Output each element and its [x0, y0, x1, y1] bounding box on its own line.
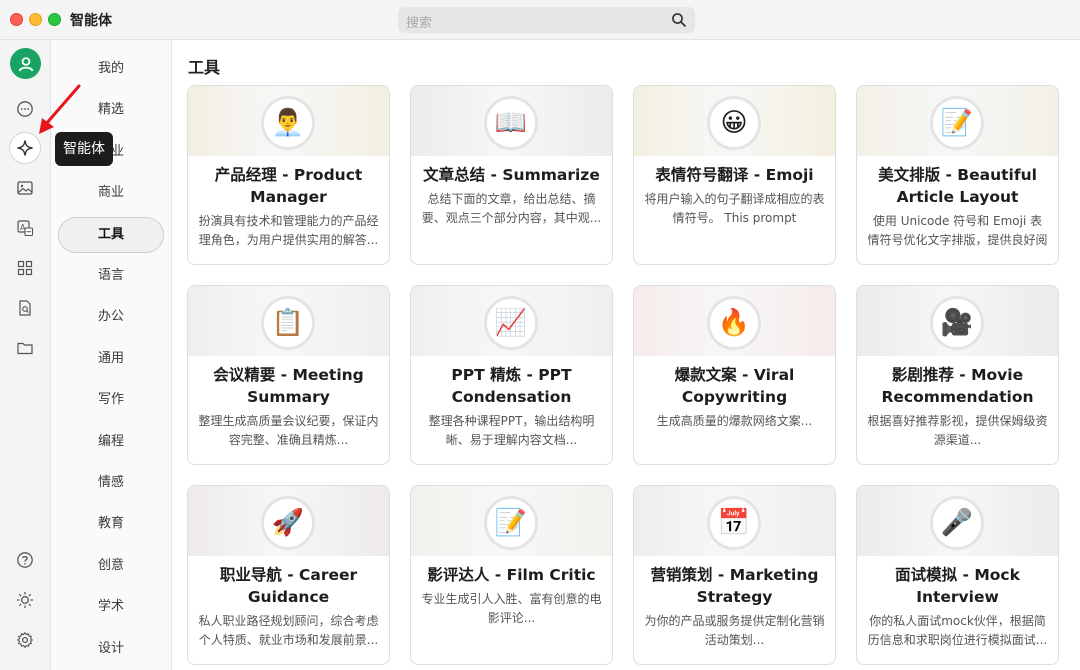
translate-icon[interactable]: A	[9, 212, 41, 244]
category-item[interactable]: 语言	[58, 258, 164, 294]
agent-card[interactable]: 🚀 职业导航 - Career Guidance 私人职业路径规划顾问，综合考虑个人…	[187, 485, 390, 665]
close-window-button[interactable]	[10, 13, 23, 26]
card-description: 整理生成高质量会议纪要，保证内容完整、准确且精炼...	[198, 414, 379, 447]
minimize-window-button[interactable]	[29, 13, 42, 26]
card-description: 将用户输入的句子翻译成相应的表情符号。 This prompt translat…	[644, 192, 825, 225]
card-title: 美文排版 - Beautiful Article Layout	[878, 166, 1037, 206]
card-description: 总结下面的文章，给出总结、摘要、观点三个部分内容，其中观...	[421, 192, 602, 225]
agent-card[interactable]: 😀 表情符号翻译 - Emoji 将用户输入的句子翻译成相应的表情符号。 This …	[633, 85, 836, 265]
agent-card[interactable]: 🔥 爆款文案 - Viral Copywriting 生成高质量的爆款网络文案...	[633, 285, 836, 465]
agent-card[interactable]: 📋 会议精要 - Meeting Summary 整理生成高质量会议纪要，保证内容完…	[187, 285, 390, 465]
card-description: 你的私人面试mock伙伴，根据简历信息和求职岗位进行模拟面试...	[867, 614, 1048, 647]
category-item[interactable]: 工具	[58, 216, 164, 253]
agent-emoji-icon: 📖	[484, 96, 538, 150]
window-title: 智能体	[70, 13, 112, 29]
card-description: 生成高质量的爆款网络文案...	[656, 414, 813, 428]
theme-sun-icon[interactable]	[9, 584, 41, 616]
card-description: 使用 Unicode 符号和 Emoji 表情符号优化文字排版，提供良好阅读..…	[867, 214, 1048, 247]
category-item[interactable]: 创意	[58, 548, 164, 584]
doc-search-icon[interactable]	[9, 292, 41, 324]
agent-emoji-icon: 🔥	[707, 296, 761, 350]
agent-card[interactable]: 📖 文章总结 - Summarize 总结下面的文章，给出总结、摘要、观点三个部分内…	[410, 85, 613, 265]
agent-card[interactable]: 🎤 面试模拟 - Mock Interview 你的私人面试mock伙伴，根据简历信…	[856, 485, 1059, 665]
agent-card[interactable]: 🎥 影剧推荐 - Movie Recommendation 根据喜好推荐影视，提供保…	[856, 285, 1059, 465]
agent-card[interactable]: 📝 美文排版 - Beautiful Article Layout 使用 Unico…	[856, 85, 1059, 265]
card-title: 营销策划 - Marketing Strategy	[650, 566, 819, 606]
user-avatar-icon[interactable]	[10, 48, 41, 79]
agent-emoji-icon: 😀	[707, 96, 761, 150]
card-title: 影剧推荐 - Movie Recommendation	[881, 366, 1034, 406]
annotation-arrow-icon	[39, 84, 81, 134]
image-icon[interactable]	[9, 172, 41, 204]
category-item[interactable]: 商业	[58, 175, 164, 211]
category-item[interactable]: 情感	[58, 465, 164, 501]
category-item[interactable]: 教育	[58, 506, 164, 542]
card-title: 产品经理 - Product Manager	[214, 166, 363, 206]
folder-icon[interactable]	[9, 332, 41, 364]
card-title: PPT 精炼 - PPT Condensation	[451, 366, 572, 406]
app-window: 智能体 搜索 A 智能体 我的 精选 商业 工具 语言 办公 通用 写作 编程 …	[0, 0, 1080, 670]
agent-emoji-icon: 📈	[484, 296, 538, 350]
agent-card[interactable]: 📅 营销策划 - Marketing Strategy 为你的产品或服务提供定制化营…	[633, 485, 836, 665]
category-item[interactable]: 编程	[58, 424, 164, 460]
search-placeholder: 搜索	[406, 16, 433, 31]
card-description: 私人职业路径规划顾问，综合考虑个人特质、就业市场和发展前景...	[198, 614, 379, 647]
card-description: 专业生成引人入胜、富有创意的电影评论...	[421, 592, 602, 625]
agent-emoji-icon: 🚀	[261, 496, 315, 550]
agent-emoji-icon: 📝	[930, 96, 984, 150]
category-item[interactable]: 学术	[58, 589, 164, 625]
card-description: 根据喜好推荐影视，提供保姆级资源渠道...	[867, 414, 1048, 447]
search-icon[interactable]	[671, 12, 687, 28]
agent-card[interactable]: 📝 影评达人 - Film Critic 专业生成引人入胜、富有创意的电影评论...	[410, 485, 613, 665]
agent-emoji-icon: 🎤	[930, 496, 984, 550]
settings-gear-icon[interactable]	[9, 624, 41, 656]
search-input[interactable]: 搜索	[398, 7, 695, 33]
card-title: 文章总结 - Summarize	[423, 166, 600, 184]
main-content: 工具 👨‍💼 产品经理 - Product Manager 扮演具有技术和管理能力的…	[172, 40, 1080, 670]
category-item[interactable]: 通用	[58, 341, 164, 377]
agent-card[interactable]: 📈 PPT 精炼 - PPT Condensation 整理各种课程PPT，输出结构…	[410, 285, 613, 465]
card-title: 爆款文案 - Viral Copywriting	[674, 366, 795, 406]
card-description: 扮演具有技术和管理能力的产品经理角色，为用户提供实用的解答...	[198, 214, 379, 247]
section-title: 工具	[188, 58, 221, 77]
card-title: 会议精要 - Meeting Summary	[213, 366, 364, 406]
card-description: 为你的产品或服务提供定制化营销活动策划...	[644, 614, 825, 647]
card-title: 影评达人 - Film Critic	[427, 566, 596, 584]
card-title: 职业导航 - Career Guidance	[219, 566, 358, 606]
help-icon[interactable]	[9, 544, 41, 576]
agent-emoji-icon: 👨‍💼	[261, 96, 315, 150]
title-bar: 智能体 搜索	[0, 0, 1080, 40]
card-title: 表情符号翻译 - Emoji	[655, 166, 814, 184]
maximize-window-button[interactable]	[48, 13, 61, 26]
apps-grid-icon[interactable]	[9, 252, 41, 284]
agent-card[interactable]: 👨‍💼 产品经理 - Product Manager 扮演具有技术和管理能力的产品经…	[187, 85, 390, 265]
agent-emoji-icon: 🎥	[930, 296, 984, 350]
agent-emoji-icon: 📋	[261, 296, 315, 350]
card-description: 整理各种课程PPT，输出结构明晰、易于理解内容文档...	[428, 414, 595, 447]
category-item[interactable]: 设计	[58, 631, 164, 667]
category-item[interactable]: 办公	[58, 299, 164, 335]
agent-emoji-icon: 📅	[707, 496, 761, 550]
category-item[interactable]: 写作	[58, 382, 164, 418]
agent-emoji-icon: 📝	[484, 496, 538, 550]
card-title: 面试模拟 - Mock Interview	[895, 566, 1020, 606]
